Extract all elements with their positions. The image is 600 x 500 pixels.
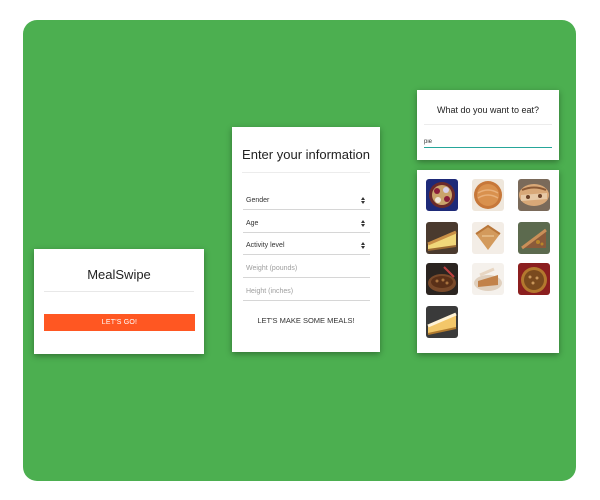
activity-label: Activity level <box>246 242 285 249</box>
activity-level-select[interactable]: Activity level <box>243 238 370 255</box>
info-title: Enter your information <box>242 147 370 162</box>
select-arrows-icon <box>361 197 367 205</box>
search-card: What do you want to eat? <box>417 90 559 160</box>
weight-placeholder: Weight (pounds) <box>246 265 298 272</box>
pie-image-3[interactable] <box>518 179 550 211</box>
select-arrows-icon <box>361 242 367 250</box>
pie-image-4[interactable] <box>426 222 458 254</box>
pie-image-1[interactable] <box>426 179 458 211</box>
gender-select[interactable]: Gender <box>243 193 370 210</box>
pie-image-2[interactable] <box>472 179 504 211</box>
pie-image-10[interactable] <box>426 306 458 338</box>
lets-go-button[interactable]: LET'S GO! <box>44 314 195 331</box>
age-select[interactable]: Age <box>243 216 370 233</box>
pie-image-5[interactable] <box>472 222 504 254</box>
info-card: Enter your information Gender Age Activi… <box>232 127 380 352</box>
divider <box>44 291 194 292</box>
height-field[interactable]: Height (inches) <box>243 284 370 301</box>
height-placeholder: Height (inches) <box>246 288 294 295</box>
pie-image-9[interactable] <box>518 263 550 295</box>
pie-image-6[interactable] <box>518 222 550 254</box>
app-title: MealSwipe <box>87 267 151 282</box>
weight-field[interactable]: Weight (pounds) <box>243 261 370 278</box>
results-card <box>417 170 559 353</box>
pie-image-8[interactable] <box>472 263 504 295</box>
search-title: What do you want to eat? <box>436 105 540 115</box>
search-input[interactable] <box>424 137 552 148</box>
age-label: Age <box>246 220 259 227</box>
gender-label: Gender <box>246 197 270 204</box>
welcome-card: MealSwipe LET'S GO! <box>34 249 204 354</box>
divider <box>424 124 552 125</box>
pie-image-7[interactable] <box>426 263 458 295</box>
make-meals-button[interactable]: LET'S MAKE SOME MEALS! <box>232 315 380 326</box>
select-arrows-icon <box>361 220 367 228</box>
divider <box>242 172 370 173</box>
